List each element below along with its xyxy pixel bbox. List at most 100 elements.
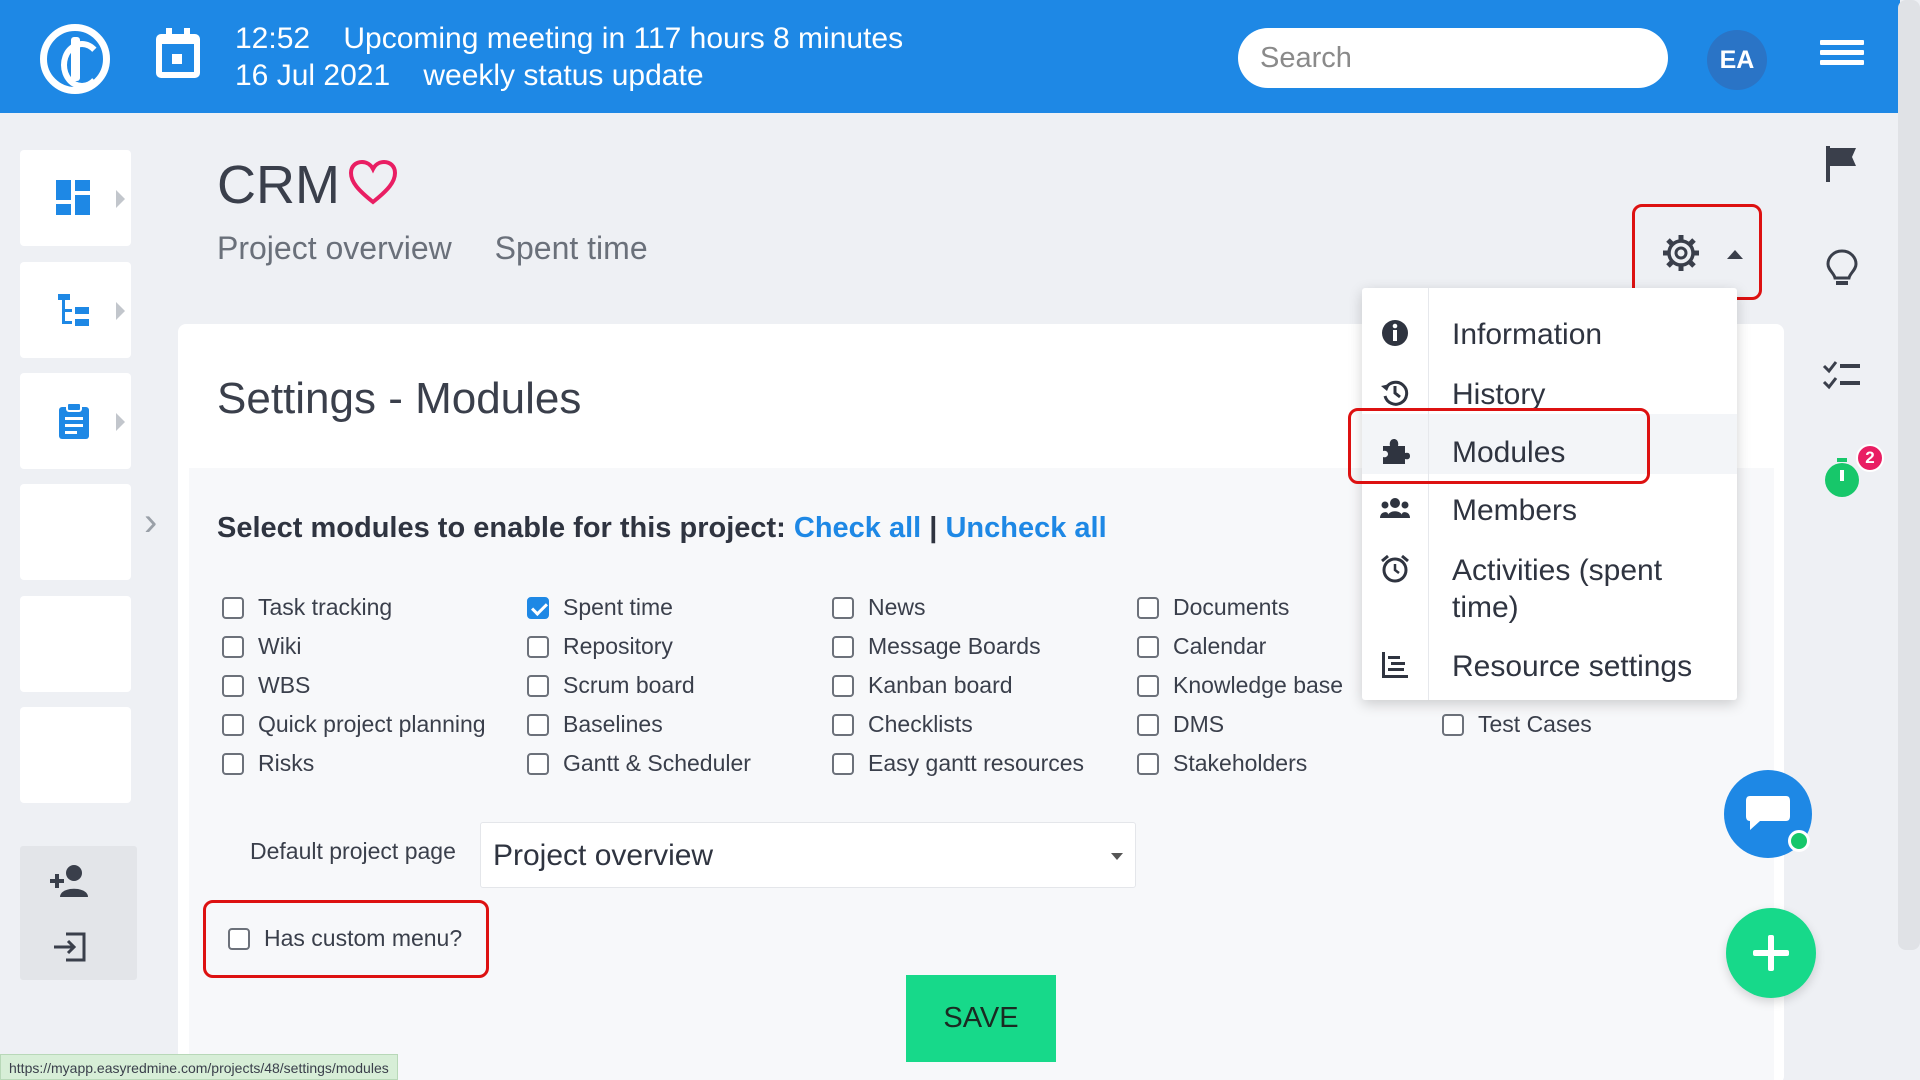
checkbox[interactable]: [1137, 713, 1159, 736]
dropdown-item-resource-settings[interactable]: Resource settings: [1362, 640, 1737, 690]
checkbox[interactable]: [1137, 635, 1159, 658]
sidebar-bottom-actions: [20, 846, 137, 980]
module-checkbox[interactable]: Test Cases: [1442, 711, 1592, 738]
checkbox[interactable]: [1442, 713, 1464, 736]
current-time: 12:52: [235, 22, 311, 55]
add-fab-button[interactable]: [1726, 908, 1816, 998]
custom-menu-label: Has custom menu?: [264, 925, 463, 951]
module-checkbox[interactable]: Gantt & Scheduler: [527, 750, 751, 777]
calendar-icon[interactable]: [156, 28, 200, 78]
module-label: Spent time: [563, 594, 673, 620]
flag-icon[interactable]: [1822, 144, 1862, 184]
module-checkbox[interactable]: Quick project planning: [222, 711, 486, 738]
sidebar-empty-button[interactable]: [20, 707, 131, 803]
hamburger-menu-icon[interactable]: [1820, 40, 1864, 74]
module-label: Repository: [563, 633, 673, 659]
custom-menu-checkbox[interactable]: Has custom menu?: [228, 925, 462, 952]
checkbox[interactable]: [832, 596, 854, 619]
sidebar-empty-button[interactable]: [20, 596, 131, 692]
top-bar: 12:52 Upcoming meeting in 117 hours 8 mi…: [0, 0, 1900, 113]
chat-button[interactable]: [1724, 770, 1812, 858]
app-logo-icon[interactable]: [40, 24, 110, 94]
checkbox[interactable]: [1137, 596, 1159, 619]
caret-right-icon: [116, 302, 125, 320]
checkbox[interactable]: [832, 713, 854, 736]
sidebar-empty-button[interactable]: [20, 484, 131, 580]
checkbox[interactable]: [527, 713, 549, 736]
sidebar-dashboard-button[interactable]: [20, 150, 131, 246]
module-checkbox[interactable]: Easy gantt resources: [832, 750, 1084, 777]
module-label: Baselines: [563, 711, 663, 737]
settings-dropdown-menu: Information History Modules Members Acti…: [1362, 288, 1737, 700]
module-checkbox[interactable]: Wiki: [222, 633, 301, 660]
module-checkbox[interactable]: Repository: [527, 633, 673, 660]
checklist-icon[interactable]: [1822, 356, 1862, 396]
sidebar-tasks-button[interactable]: [20, 373, 131, 469]
module-checkbox[interactable]: Risks: [222, 750, 314, 777]
info-icon: [1382, 320, 1408, 346]
favorite-heart-icon[interactable]: [348, 160, 398, 206]
module-label: Knowledge base: [1173, 672, 1344, 698]
caret-up-icon: [1727, 250, 1743, 259]
module-checkbox[interactable]: Scrum board: [527, 672, 695, 699]
checkbox[interactable]: [222, 674, 244, 697]
dropdown-item-information[interactable]: Information: [1362, 308, 1737, 358]
checkbox[interactable]: [1137, 752, 1159, 775]
checkbox[interactable]: [222, 752, 244, 775]
default-project-page-value: Project overview: [493, 839, 714, 872]
checkbox[interactable]: [832, 674, 854, 697]
members-icon: [1380, 498, 1410, 518]
module-checkbox[interactable]: Message Boards: [832, 633, 1041, 660]
checkbox[interactable]: [222, 596, 244, 619]
module-checkbox[interactable]: Spent time: [527, 594, 673, 621]
checkbox[interactable]: [527, 752, 549, 775]
clipboard-icon: [59, 403, 89, 439]
checkbox[interactable]: [1137, 674, 1159, 697]
add-user-icon[interactable]: [50, 864, 90, 898]
module-checkbox[interactable]: Checklists: [832, 711, 973, 738]
checkbox[interactable]: [527, 674, 549, 697]
check-all-link[interactable]: Check all: [794, 512, 921, 544]
history-icon: [1381, 380, 1409, 406]
module-checkbox[interactable]: Baselines: [527, 711, 663, 738]
module-checkbox[interactable]: Calendar: [1137, 633, 1266, 660]
module-checkbox[interactable]: Task tracking: [222, 594, 392, 621]
save-button[interactable]: SAVE: [906, 975, 1056, 1062]
settings-title: Settings - Modules: [217, 374, 582, 423]
chat-bubble-icon: [1746, 796, 1790, 830]
checkbox[interactable]: [527, 596, 549, 619]
settings-menu-toggle[interactable]: [1632, 204, 1762, 300]
avatar[interactable]: EA: [1707, 30, 1767, 90]
checkbox[interactable]: [832, 635, 854, 658]
upcoming-meeting[interactable]: 12:52 Upcoming meeting in 117 hours 8 mi…: [235, 20, 903, 94]
search-input[interactable]: [1238, 28, 1668, 88]
dropdown-item-activities[interactable]: Activities (spent time): [1362, 542, 1737, 632]
module-checkbox[interactable]: Kanban board: [832, 672, 1013, 699]
uncheck-all-link[interactable]: Uncheck all: [945, 512, 1106, 544]
checkbox[interactable]: [527, 635, 549, 658]
module-checkbox[interactable]: Stakeholders: [1137, 750, 1307, 777]
page-scrollbar[interactable]: [1898, 0, 1920, 950]
default-project-page-label: Default project page: [250, 838, 456, 864]
project-overview-link[interactable]: Project overview: [217, 230, 452, 266]
expand-sidebar-chevron-icon[interactable]: ›: [144, 500, 157, 545]
checkbox[interactable]: [222, 635, 244, 658]
lightbulb-icon[interactable]: [1822, 248, 1862, 288]
module-checkbox[interactable]: WBS: [222, 672, 310, 699]
checkbox[interactable]: [228, 927, 250, 950]
checkbox[interactable]: [832, 752, 854, 775]
module-checkbox[interactable]: News: [832, 594, 926, 621]
separator: |: [929, 512, 938, 544]
module-checkbox[interactable]: DMS: [1137, 711, 1224, 738]
checkbox[interactable]: [222, 713, 244, 736]
module-checkbox[interactable]: Documents: [1137, 594, 1289, 621]
default-project-page-select[interactable]: Project overview: [480, 822, 1136, 888]
timer-icon[interactable]: [1822, 458, 1862, 498]
module-checkbox[interactable]: Knowledge base: [1137, 672, 1343, 699]
dropdown-item-members[interactable]: Members: [1362, 484, 1737, 534]
sidebar-tree-button[interactable]: [20, 262, 131, 358]
project-nav: Project overview Spent time: [217, 230, 682, 267]
login-icon[interactable]: [52, 932, 86, 962]
module-label: Gantt & Scheduler: [563, 750, 751, 776]
spent-time-link[interactable]: Spent time: [495, 230, 648, 266]
